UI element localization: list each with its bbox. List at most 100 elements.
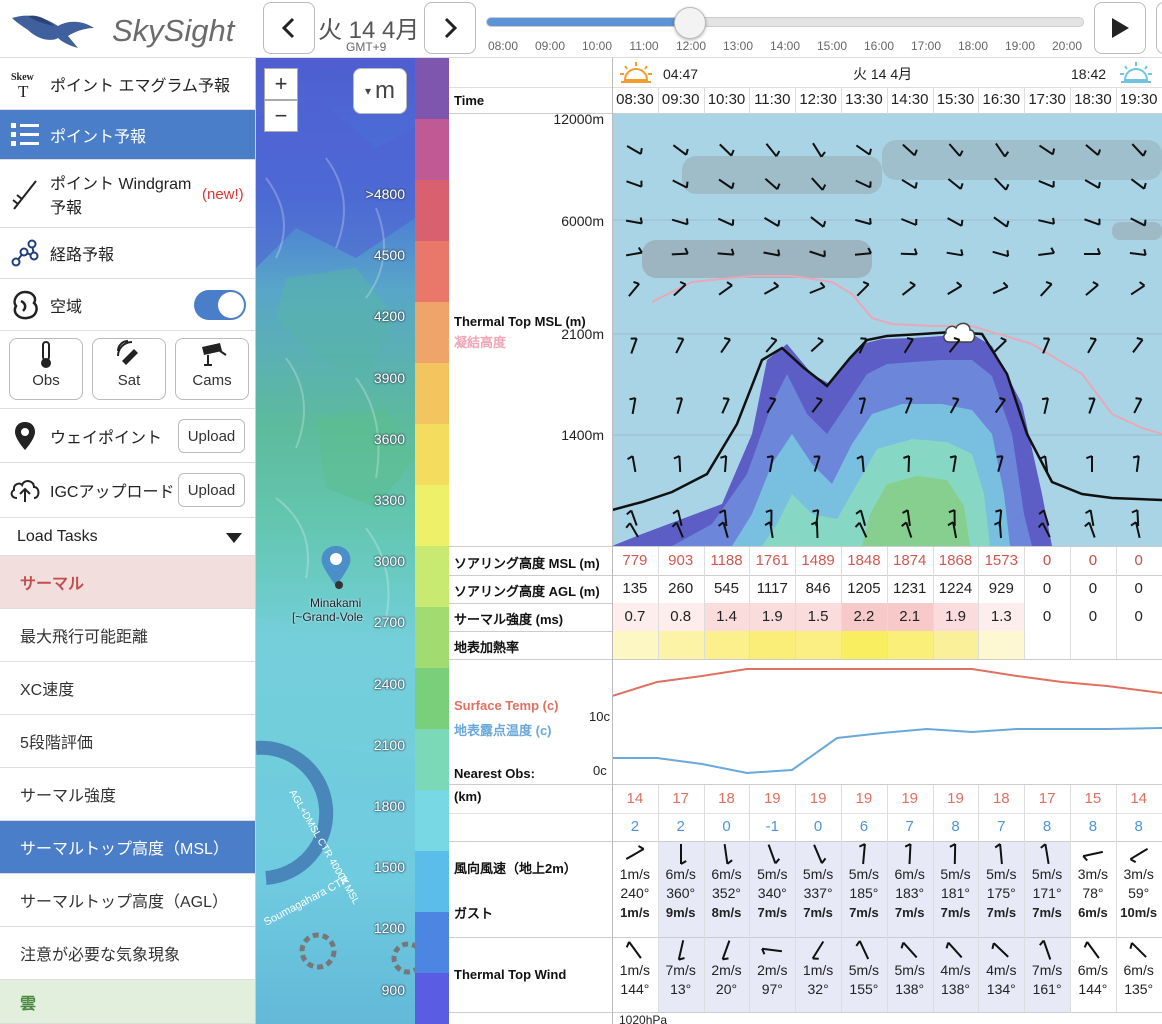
sidebar-item-waypoint[interactable]: ウェイポイント Upload bbox=[0, 408, 255, 463]
wind-speed: 3m/s bbox=[1123, 866, 1154, 882]
column-divider bbox=[795, 547, 797, 659]
obs-button[interactable]: Obs bbox=[9, 338, 83, 400]
wind-speed: 5m/s bbox=[757, 866, 788, 882]
wind-speed: 2m/s bbox=[711, 962, 742, 978]
wind-cell: 4m/s 138° bbox=[932, 938, 979, 1012]
wind-cell: 4m/s 134° bbox=[978, 938, 1025, 1012]
surface-heating-cell bbox=[703, 631, 750, 659]
menu-xc-speed[interactable]: XC速度 bbox=[0, 662, 255, 715]
thermal-strength-cell: 2.1 bbox=[886, 603, 933, 631]
camera-icon bbox=[202, 343, 227, 366]
temp-cell: 19 bbox=[855, 790, 873, 807]
pressure-label: 1020hPa bbox=[619, 1013, 668, 1024]
wind-cell: 1m/s 240° 1m/s bbox=[612, 842, 658, 937]
chevron-right-icon bbox=[444, 17, 458, 39]
load-tasks-dropdown[interactable]: Load Tasks bbox=[0, 518, 255, 556]
surface-heating-label: 地表加熱率 bbox=[454, 640, 520, 655]
dewpoint-cell: 0 bbox=[722, 818, 731, 835]
airspace-toggle[interactable] bbox=[194, 290, 246, 320]
soaring-msl-cell: 1761 bbox=[755, 552, 789, 569]
wind-speed: 5m/s bbox=[802, 866, 834, 882]
legend-swatch bbox=[415, 729, 449, 790]
wind-arrow-icon bbox=[612, 842, 658, 866]
thermal-strength-cell: 1.4 bbox=[703, 603, 750, 631]
zoom-out-button[interactable]: − bbox=[264, 100, 298, 132]
wind-speed: 4m/s bbox=[940, 962, 971, 978]
wind-gust: 8m/s bbox=[711, 905, 742, 920]
menu-thermal-top-msl[interactable]: サーマルトップ高度（MSL） bbox=[0, 821, 255, 874]
next-day-button[interactable] bbox=[424, 2, 476, 54]
wind-speed: 1m/s bbox=[802, 962, 834, 978]
wind-gust: 10m/s bbox=[1120, 905, 1158, 920]
zoom-in-button[interactable]: + bbox=[264, 68, 298, 100]
cams-button[interactable]: Cams bbox=[175, 338, 249, 400]
next-step-button[interactable] bbox=[1156, 2, 1162, 54]
legend-swatch bbox=[415, 668, 449, 729]
condensation-label: 凝結高度 bbox=[454, 335, 507, 350]
wind-gust: 9m/s bbox=[665, 905, 696, 920]
wind-speed: 6m/s bbox=[1077, 962, 1109, 978]
sidebar-item-route-forecast[interactable]: 経路予報 bbox=[0, 228, 255, 279]
sidebar-item-igc[interactable]: IGCアップロード Upload bbox=[0, 463, 255, 518]
legend-swatch bbox=[415, 363, 449, 424]
top-bar: SkySight 火 14 4月 GMT+9 08:00 09:00 10:00 11… bbox=[0, 0, 1162, 58]
satellite-icon bbox=[117, 340, 138, 365]
play-button[interactable] bbox=[1094, 2, 1146, 54]
menu-weather-hazards[interactable]: 注意が必要な気象現象 bbox=[0, 927, 255, 980]
sidebar-item-point-emagram[interactable]: Skew T ポイント エマグラム予報 bbox=[0, 58, 255, 110]
section-thermal[interactable]: サーマル bbox=[0, 556, 255, 609]
scale-label: 1500 bbox=[373, 859, 405, 876]
column-divider bbox=[1115, 785, 1117, 1012]
surface-heating-cell bbox=[886, 631, 933, 659]
scale-label: 3600 bbox=[373, 430, 405, 447]
prev-day-button[interactable] bbox=[263, 2, 315, 54]
hour-cell: 16:30 bbox=[982, 91, 1021, 108]
soaring-msl-cell: 0 bbox=[1134, 552, 1143, 569]
time-slider[interactable] bbox=[486, 7, 1084, 39]
skysight-logo[interactable]: SkySight bbox=[8, 4, 258, 54]
thermal-cross-section-chart bbox=[612, 114, 1162, 546]
soaring-msl-label: ソアリング高度 MSL (m) bbox=[454, 556, 600, 571]
dewpoint-cell: 7 bbox=[905, 818, 914, 835]
column-divider bbox=[1024, 785, 1026, 1012]
map-view[interactable]: + − ▾ m >4800 4500 4200 3900 3600 3300 3000 270… bbox=[256, 58, 415, 1024]
wind-speed: 6m/s bbox=[665, 866, 696, 882]
menu-thermal-top-agl[interactable]: サーマルトップ高度（AGL） bbox=[0, 874, 255, 927]
column-divider bbox=[841, 547, 842, 659]
sidebar-item-label: ポイント エマグラム予報 bbox=[50, 77, 230, 95]
time-tick-label: 09:00 bbox=[534, 39, 566, 53]
wind-arrow-icon bbox=[749, 842, 795, 866]
menu-thermal-strength[interactable]: サーマル強度 bbox=[0, 768, 255, 821]
soaring-msl-cell: 1848 bbox=[847, 552, 881, 569]
igc-upload-button[interactable]: Upload bbox=[178, 473, 245, 507]
dewpoint-label: 地表露点温度 (c) bbox=[454, 723, 552, 738]
hour-cell: 08:30 bbox=[616, 91, 654, 108]
section-cloud[interactable]: 雲 bbox=[0, 980, 255, 1024]
thermal-strength-cell: 0 bbox=[1024, 603, 1070, 631]
unit-selector[interactable]: ▾ m bbox=[353, 68, 407, 114]
menu-5-star-rating[interactable]: 5段階評価 bbox=[0, 715, 255, 768]
sat-button[interactable]: Sat bbox=[92, 338, 166, 400]
scale-label: >4800 bbox=[365, 186, 405, 202]
time-slider-handle[interactable] bbox=[674, 7, 707, 39]
surface-heating-cell bbox=[795, 631, 841, 659]
wind-gust: 7m/s bbox=[940, 905, 971, 920]
surface-heating-cell bbox=[749, 631, 796, 659]
scale-label: 2700 bbox=[373, 614, 405, 631]
temp-cell: 17 bbox=[1038, 790, 1056, 807]
menu-max-distance[interactable]: 最大飛行可能距離 bbox=[0, 609, 255, 662]
temp-cell: 19 bbox=[947, 790, 964, 807]
wind-direction: 32° bbox=[807, 981, 829, 997]
sidebar-item-windgram[interactable]: ポイント Windgram 予報 (new!) bbox=[0, 160, 255, 228]
column-divider bbox=[795, 87, 797, 114]
sidebar-item-point-forecast[interactable]: ポイント予報 bbox=[0, 110, 255, 160]
dewpoint-cell: 7 bbox=[997, 818, 1006, 835]
sunrise-icon bbox=[620, 62, 652, 83]
waypoint-upload-button[interactable]: Upload bbox=[178, 419, 245, 453]
legend-swatch bbox=[415, 424, 449, 485]
sidebar-item-airspace[interactable]: 空域 bbox=[0, 279, 255, 331]
surface-heating-cell bbox=[1070, 631, 1116, 659]
column-divider bbox=[749, 87, 751, 114]
play-icon bbox=[1112, 18, 1129, 38]
soaring-msl-cell: 1868 bbox=[938, 552, 973, 569]
